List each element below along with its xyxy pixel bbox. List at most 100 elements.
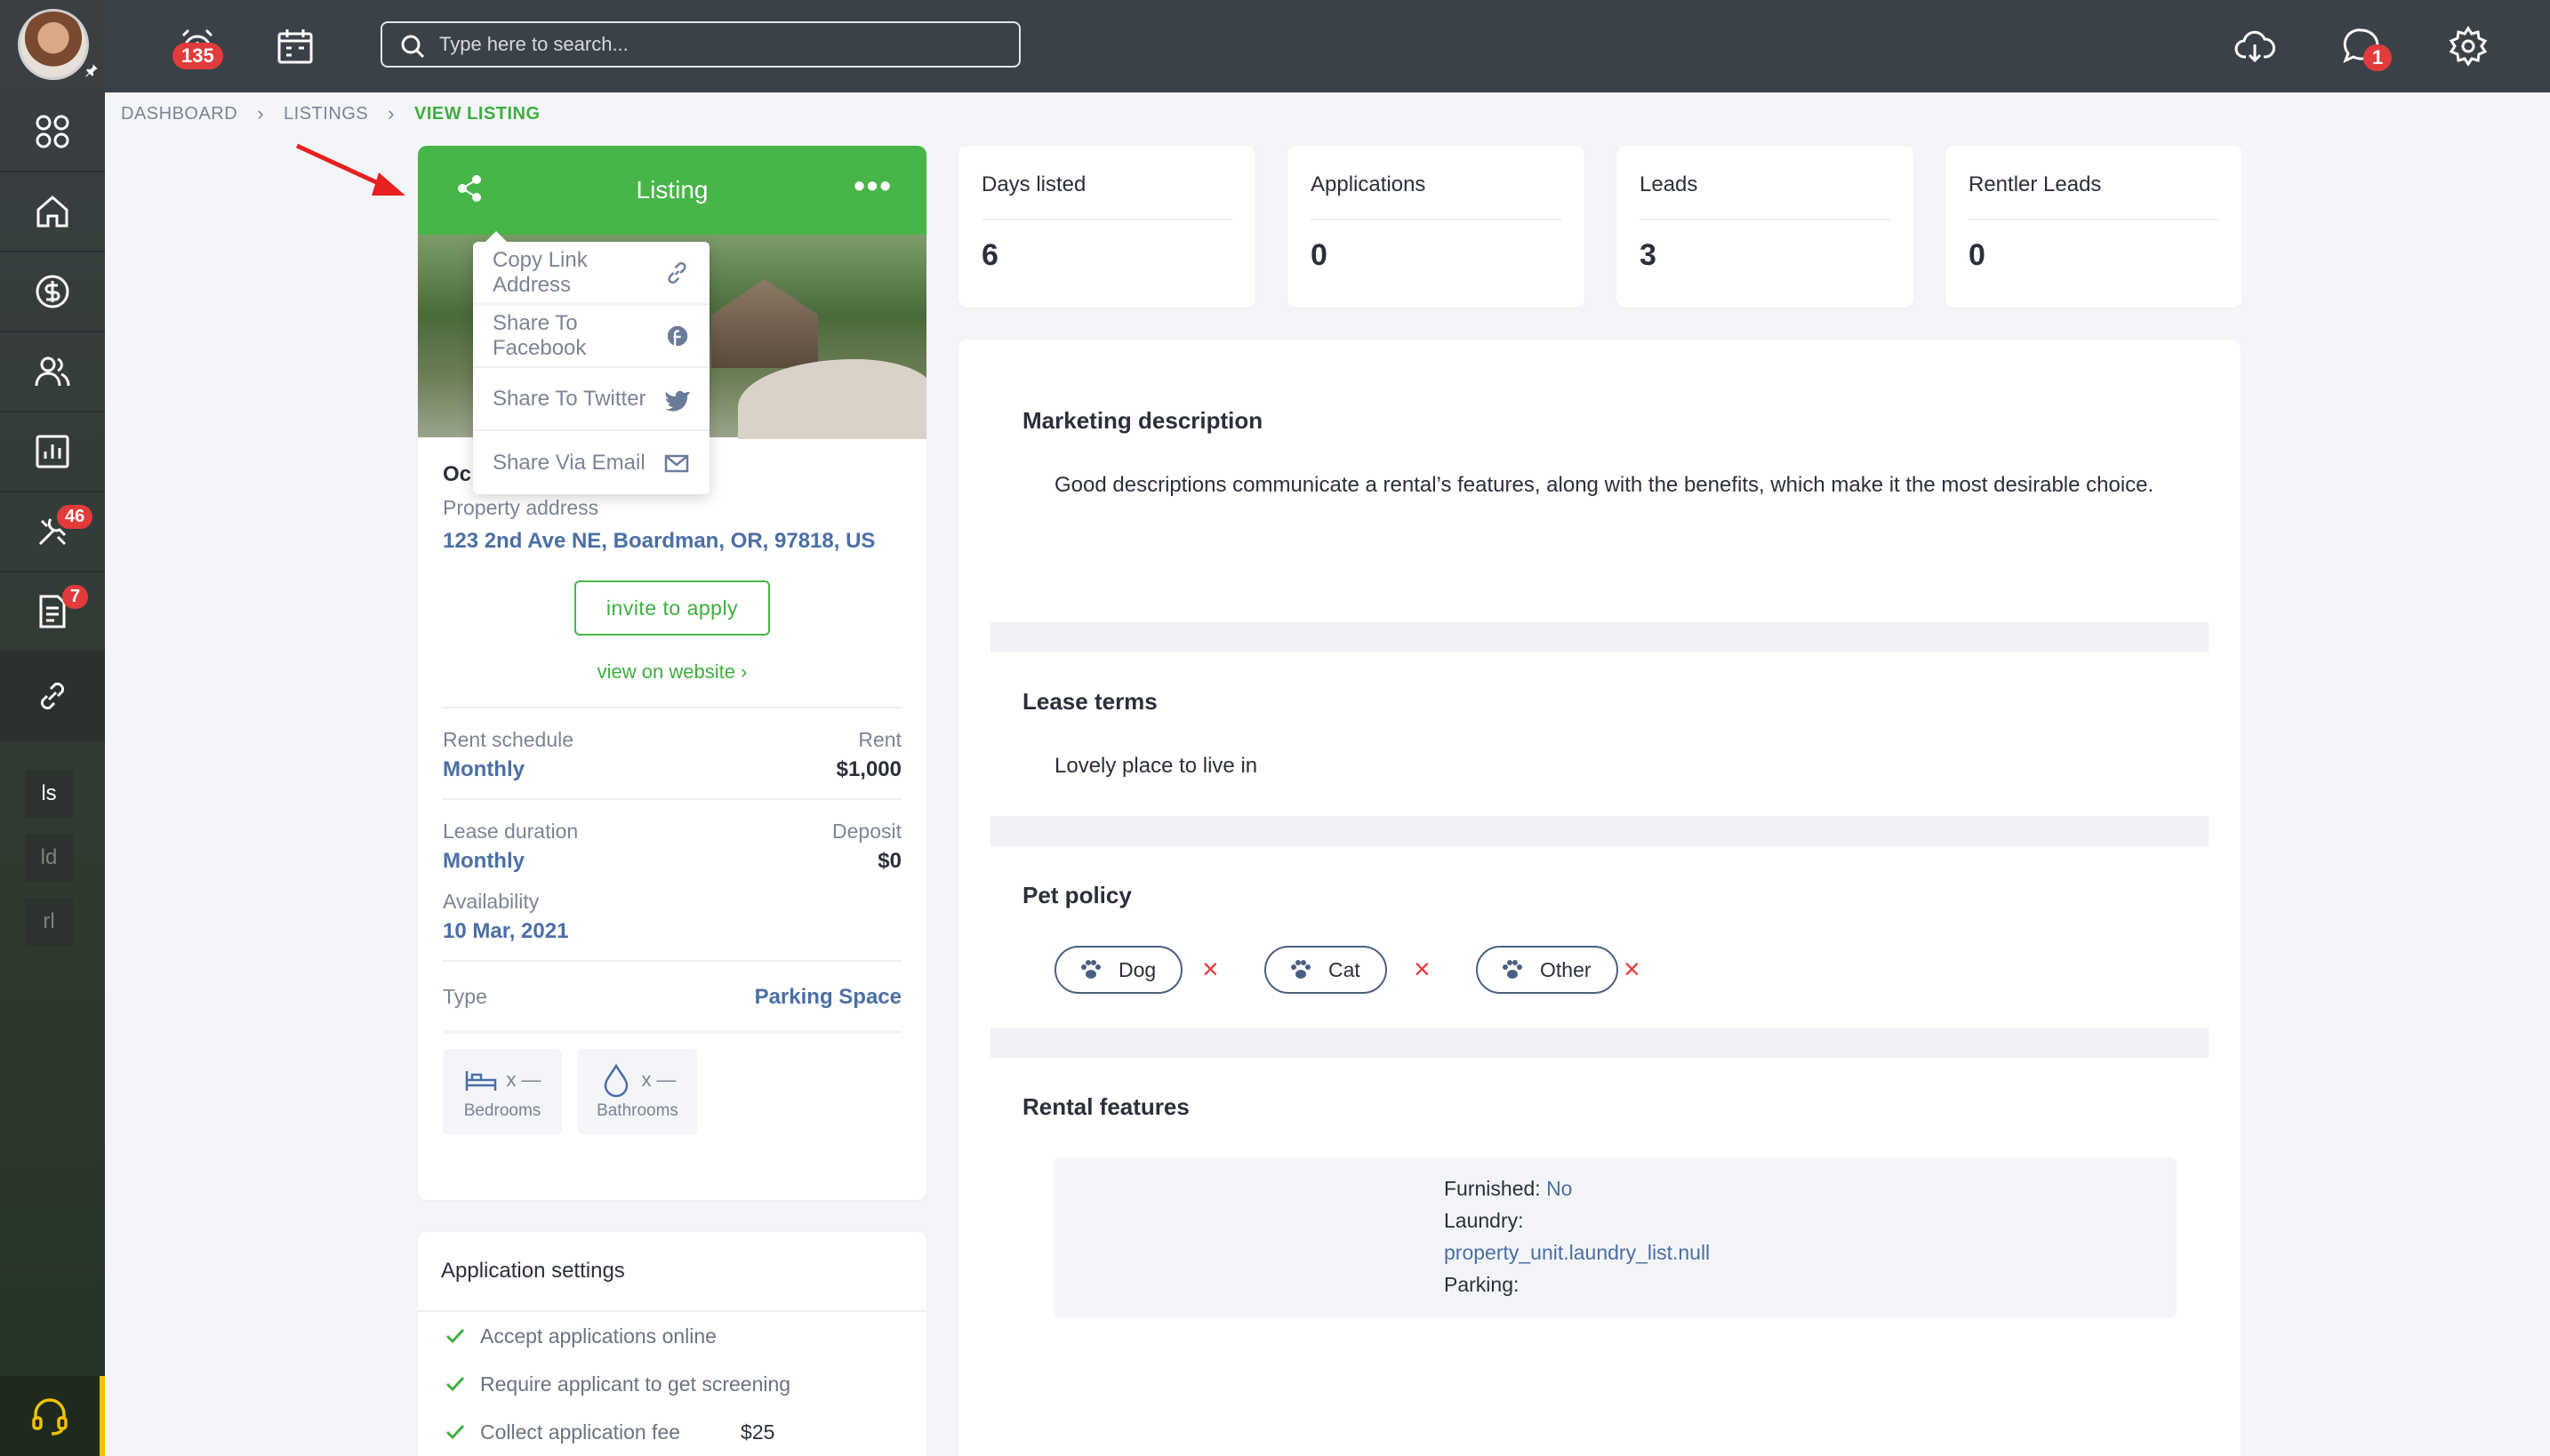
share-email-option[interactable]: Share Via Email xyxy=(473,431,710,494)
bathrooms-tile: x — Bathrooms xyxy=(578,1049,697,1134)
laundry-value: property_unit.laundry_list.null xyxy=(1444,1241,1711,1264)
listing-header: Listing ••• xyxy=(418,146,926,235)
sidebar-item-documents[interactable]: 7 xyxy=(0,572,105,652)
remove-other-icon[interactable]: × xyxy=(1624,953,1640,985)
chevron-right-icon: › xyxy=(388,102,395,124)
stat-label: Leads xyxy=(1640,172,1698,196)
docs-badge: 7 xyxy=(62,585,89,609)
paw-icon xyxy=(1081,960,1101,979)
section-divider xyxy=(990,622,2209,652)
deposit-label: Deposit xyxy=(832,820,902,843)
headset-icon xyxy=(32,1398,68,1436)
pin-icon xyxy=(84,62,100,78)
calendar-icon xyxy=(277,29,313,64)
settings-button[interactable] xyxy=(2442,20,2495,73)
sidebar-item-maintenance[interactable]: 46 xyxy=(0,492,105,572)
stat-label: Applications xyxy=(1311,172,1426,196)
share-button[interactable] xyxy=(453,172,489,208)
section-divider xyxy=(990,1028,2209,1058)
breadcrumb-dashboard[interactable]: DASHBOARD xyxy=(121,104,237,124)
stat-rentler-leads: Rentler Leads 0 xyxy=(1945,146,2242,308)
view-on-website-link[interactable]: view on website › xyxy=(443,660,902,684)
accept-online-item: Accept applications online xyxy=(418,1312,926,1360)
invite-to-apply-button[interactable]: invite to apply xyxy=(574,580,770,636)
sidebar-item-apps[interactable] xyxy=(0,92,105,172)
users-icon xyxy=(35,356,70,387)
share-twitter-label: Share To Twitter xyxy=(493,386,646,411)
pet-tag-dog: Dog xyxy=(1054,946,1183,994)
share-facebook-option[interactable]: Share To Facebook xyxy=(473,305,710,368)
twitter-icon xyxy=(665,390,690,412)
pet-label: Other xyxy=(1540,957,1592,981)
user-avatar[interactable] xyxy=(18,9,89,80)
rent-schedule-value: Monthly xyxy=(443,757,525,781)
more-options-button[interactable]: ••• xyxy=(854,170,893,202)
deposit-value: $0 xyxy=(878,849,902,873)
rent-row: Rent schedule Monthly Rent $1,000 xyxy=(443,707,902,798)
collect-fee-label: Collect application fee xyxy=(480,1420,681,1444)
breadcrumb: DASHBOARD › LISTINGS › VIEW LISTING xyxy=(121,100,541,128)
sidebar-mini-ls[interactable]: ls xyxy=(25,770,73,818)
property-address: 123 2nd Ave NE, Boardman, OR, 97818, US xyxy=(443,529,876,553)
driveway-image xyxy=(738,359,926,439)
remove-cat-icon[interactable]: × xyxy=(1414,953,1431,985)
topbar: 135 1 xyxy=(105,0,2550,92)
rent-schedule-label: Rent schedule xyxy=(443,728,574,751)
type-label: Type xyxy=(443,985,487,1008)
remove-dog-icon[interactable]: × xyxy=(1202,953,1219,985)
alarm-badge: 135 xyxy=(172,43,223,69)
application-settings-card: Application settings Accept applications… xyxy=(418,1232,926,1456)
gear-icon xyxy=(2449,26,2488,67)
section-divider xyxy=(990,816,2209,846)
share-twitter-option[interactable]: Share To Twitter xyxy=(473,368,710,431)
check-icon xyxy=(445,1424,465,1440)
lease-duration-label: Lease duration xyxy=(443,820,579,843)
stat-applications: Applications 0 xyxy=(1287,146,1584,308)
copy-link-option[interactable]: Copy Link Address xyxy=(473,242,710,305)
sidebar-item-links[interactable] xyxy=(0,652,105,741)
stat-days-listed: Days listed 6 xyxy=(958,146,1255,308)
email-icon xyxy=(664,454,689,472)
bathrooms-label: Bathrooms xyxy=(597,1101,678,1120)
search-box[interactable] xyxy=(381,21,1021,68)
rent-value: $1,000 xyxy=(836,757,902,781)
stat-label: Rentler Leads xyxy=(1969,172,2102,196)
calendar-button[interactable] xyxy=(269,20,322,73)
sidebar-item-home[interactable] xyxy=(0,172,105,252)
furnished-line: Furnished: No xyxy=(1444,1177,1572,1201)
sidebar-mini-rl[interactable]: rl xyxy=(25,898,73,946)
details-card: Marketing description Good descriptions … xyxy=(958,340,2241,1456)
type-row: Type Parking Space xyxy=(443,960,902,1031)
tools-badge: 46 xyxy=(57,505,93,529)
sidebar-mini-ld[interactable]: ld xyxy=(25,834,73,882)
search-icon xyxy=(401,35,425,59)
share-email-label: Share Via Email xyxy=(493,450,646,475)
support-button[interactable] xyxy=(0,1376,105,1456)
marketing-title: Marketing description xyxy=(1022,407,1263,434)
pet-label: Cat xyxy=(1328,957,1360,981)
listing-title: Listing xyxy=(636,176,709,204)
breadcrumb-listings[interactable]: LISTINGS xyxy=(284,104,368,124)
check-icon xyxy=(445,1328,465,1344)
marketing-text: Good descriptions communicate a rental’s… xyxy=(1054,473,2154,497)
stat-value: 3 xyxy=(1640,238,1656,272)
check-icon xyxy=(445,1376,465,1392)
stat-value: 6 xyxy=(982,238,998,272)
download-button[interactable] xyxy=(2228,20,2281,73)
sidebar-item-people[interactable] xyxy=(0,332,105,412)
search-input[interactable] xyxy=(439,33,973,56)
paw-icon xyxy=(1503,960,1522,979)
availability-label: Availability xyxy=(443,890,540,913)
facebook-icon xyxy=(667,325,688,346)
link-icon xyxy=(668,261,686,284)
home-icon xyxy=(36,196,68,228)
bathrooms-value: x — xyxy=(641,1068,677,1091)
annotation-arrow xyxy=(295,143,405,196)
rent-label: Rent xyxy=(858,728,902,751)
sidebar-item-reports[interactable] xyxy=(0,412,105,492)
sidebar: 46 7 ls ld rl xyxy=(0,0,105,1456)
furnished-value: No xyxy=(1546,1177,1573,1200)
sidebar-item-finance[interactable] xyxy=(0,252,105,332)
chart-icon xyxy=(36,435,69,468)
application-fee-value: $25 xyxy=(741,1420,775,1444)
